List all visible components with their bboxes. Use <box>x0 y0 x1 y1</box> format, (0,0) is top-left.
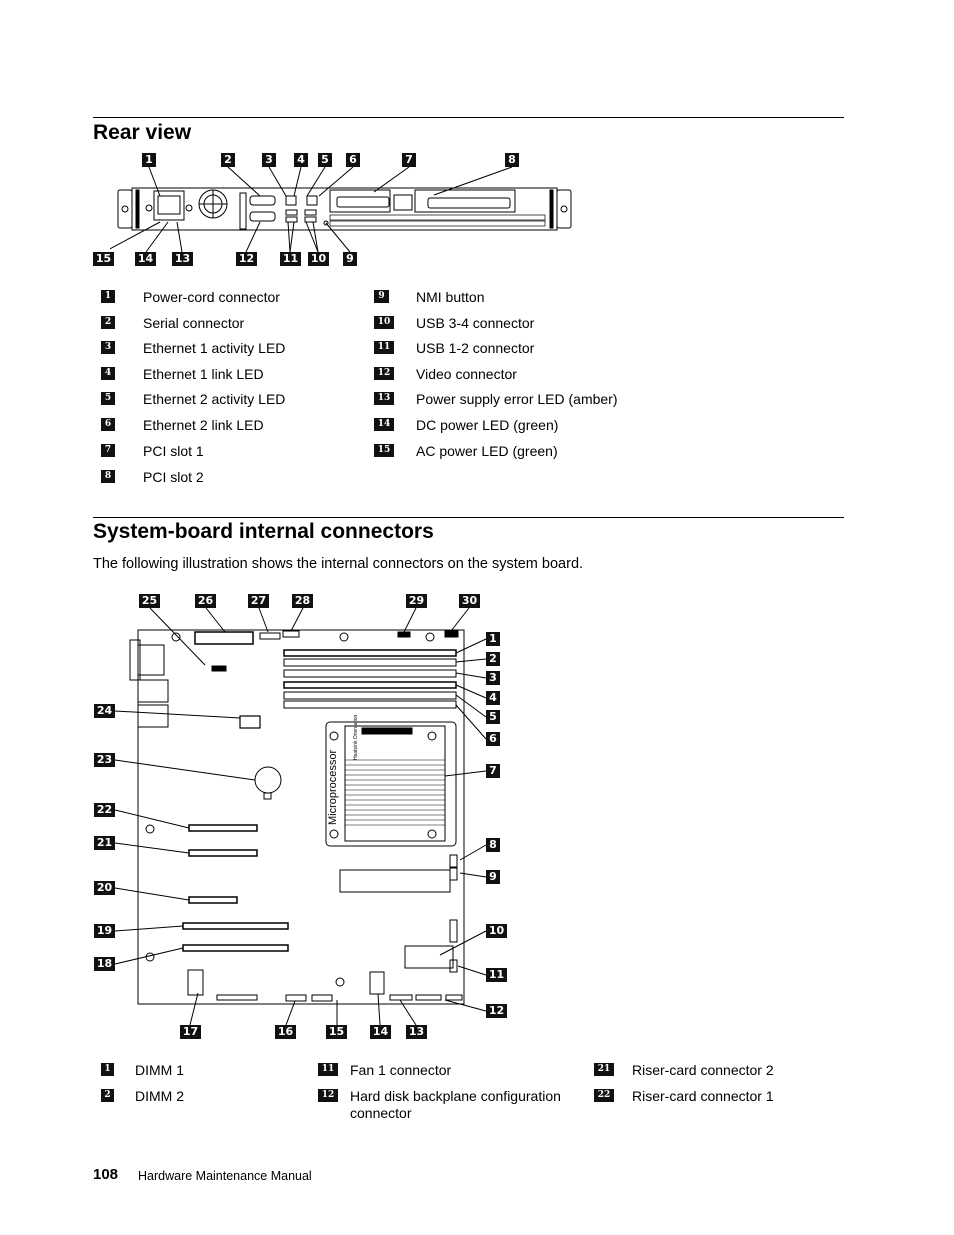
legend-badge: 9 <box>374 290 389 303</box>
legend-badge: 21 <box>594 1063 614 1076</box>
legend-label: Ethernet 2 activity LED <box>143 391 286 407</box>
legend-label: Hard disk backplane configuration connec… <box>350 1088 561 1121</box>
legend-badge: 1 <box>101 290 115 303</box>
legend-label: DIMM 2 <box>135 1088 184 1104</box>
legend-badge: 3 <box>101 341 115 354</box>
legend-label: NMI button <box>416 289 485 305</box>
legend-label: Video connector <box>416 366 517 382</box>
heatsink-label: Heatsink Orientation <box>353 714 359 760</box>
legend-badge: 6 <box>101 418 115 431</box>
legend-badge: 12 <box>318 1089 338 1102</box>
legend-label: Ethernet 2 link LED <box>143 417 264 433</box>
legend-badge: 13 <box>374 392 394 405</box>
legend-badge: 2 <box>101 1089 114 1102</box>
legend-badge: 5 <box>101 392 115 405</box>
section-rule <box>93 117 844 118</box>
legend-label: Riser-card connector 2 <box>632 1062 774 1078</box>
page-number: 108 <box>93 1166 119 1183</box>
rear-view-illustration <box>110 166 572 253</box>
legend-label: PCI slot 2 <box>143 469 204 485</box>
legend-label: AC power LED (green) <box>416 443 558 459</box>
system-board-illustration: Microprocessor Heatsink Orientation <box>114 607 487 1026</box>
intro-paragraph: The following illustration shows the int… <box>93 556 584 572</box>
legend-label: DC power LED (green) <box>416 417 559 433</box>
legend-badge: 12 <box>374 367 394 380</box>
legend-label: Ethernet 1 link LED <box>143 366 264 382</box>
legend-label: Ethernet 1 activity LED <box>143 340 286 356</box>
legend-badge: 2 <box>101 316 115 329</box>
legend-label: DIMM 1 <box>135 1062 184 1078</box>
legend-badge: 1 <box>101 1063 114 1076</box>
legend-badge: 22 <box>594 1089 614 1102</box>
system-board-heading: System-board internal connectors <box>93 520 434 543</box>
legend-badge: 15 <box>374 444 394 457</box>
legend-label: Fan 1 connector <box>350 1062 452 1078</box>
legend-badge: 4 <box>101 367 115 380</box>
legend-label: USB 1-2 connector <box>416 340 535 356</box>
legend-badge: 14 <box>374 418 394 431</box>
section-rule <box>93 517 844 518</box>
legend-badge: 7 <box>101 444 115 457</box>
legend-label: PCI slot 1 <box>143 443 204 459</box>
legend-label: Power-cord connector <box>143 289 280 305</box>
rear-view-heading: Rear view <box>93 121 192 144</box>
legend-label: USB 3-4 connector <box>416 315 535 331</box>
legend-label: Power supply error LED (amber) <box>416 391 618 407</box>
cpu-label: Microprocessor <box>327 749 339 825</box>
legend-badge: 11 <box>318 1063 338 1076</box>
legend-badge: 10 <box>374 316 394 329</box>
legend-badge: 8 <box>101 470 115 483</box>
legend-label: Serial connector <box>143 315 245 331</box>
legend-label: Riser-card connector 1 <box>632 1088 774 1104</box>
legend-badge: 11 <box>374 341 394 354</box>
manual-title: Hardware Maintenance Manual <box>138 1169 312 1183</box>
